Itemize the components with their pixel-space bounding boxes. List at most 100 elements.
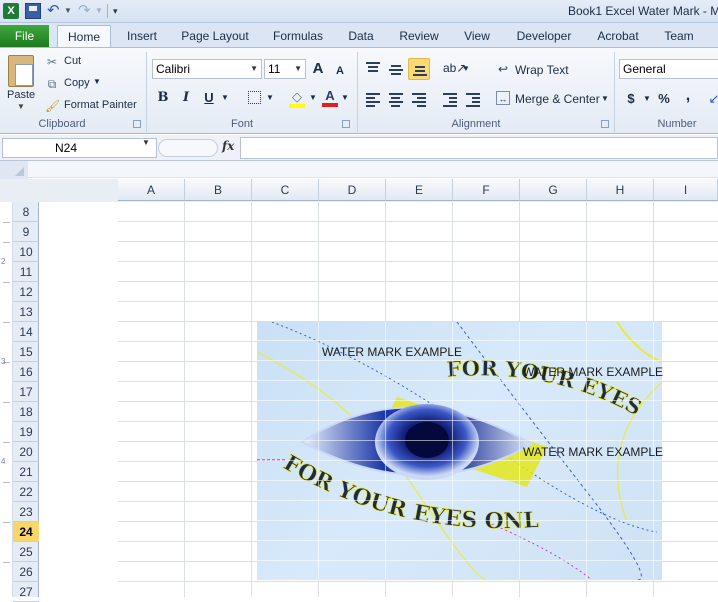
row-header[interactable]: 27 — [13, 582, 39, 602]
row-header[interactable]: 12 — [13, 282, 39, 302]
copy-dropdown-icon[interactable]: ▼ — [93, 77, 101, 86]
number-format-select[interactable]: General — [619, 59, 718, 79]
column-header-i[interactable]: I — [654, 179, 718, 201]
increase-indent-icon[interactable] — [466, 93, 480, 107]
column-header-e[interactable]: E — [386, 179, 453, 201]
row-header[interactable]: 20 — [13, 442, 39, 462]
customize-qat-icon[interactable]: ▾ — [113, 3, 129, 19]
wrap-text-icon[interactable]: ↩ — [496, 62, 510, 76]
row-header[interactable]: 16 — [13, 362, 39, 382]
column-header-f[interactable]: F — [453, 179, 520, 201]
font-launcher-icon[interactable] — [342, 120, 350, 128]
tab-review[interactable]: Review — [393, 25, 445, 47]
row-header[interactable]: 25 — [13, 542, 39, 562]
borders-dropdown-icon[interactable]: ▼ — [265, 89, 275, 107]
redo-dropdown-icon[interactable]: ▼ — [95, 3, 103, 19]
paste-dropdown-icon[interactable]: ▼ — [17, 102, 25, 111]
copy-button[interactable]: Copy — [64, 77, 90, 89]
column-header-h[interactable]: H — [587, 179, 654, 201]
tab-developer[interactable]: Developer — [510, 25, 578, 47]
row-header[interactable]: 11 — [13, 262, 39, 282]
row-header[interactable]: 8 — [13, 202, 39, 222]
row-header[interactable]: 23 — [13, 502, 39, 522]
merge-center-button[interactable]: Merge & Center — [515, 92, 600, 106]
row-header[interactable]: 9 — [13, 222, 39, 242]
align-bottom-button[interactable] — [408, 58, 430, 80]
tab-view[interactable]: View — [456, 25, 498, 47]
shrink-font-button[interactable]: A — [333, 62, 347, 80]
grow-font-button[interactable]: A — [310, 60, 326, 78]
tab-acrobat[interactable]: Acrobat — [591, 25, 645, 47]
tab-file[interactable]: File — [0, 25, 49, 47]
column-header-b[interactable]: B — [185, 179, 252, 201]
excel-icon[interactable]: X — [3, 3, 19, 19]
format-painter-icon[interactable]: 🖌 — [45, 99, 60, 113]
save-icon[interactable] — [25, 3, 41, 19]
tab-formulas[interactable]: Formulas — [266, 25, 330, 47]
percent-button[interactable]: % — [655, 90, 673, 108]
font-name-select[interactable]: Calibri ▼ — [152, 59, 262, 79]
tab-home[interactable]: Home — [57, 25, 111, 48]
borders-icon[interactable] — [246, 89, 262, 107]
column-header-c[interactable]: C — [252, 179, 319, 201]
align-middle-icon[interactable] — [389, 65, 403, 77]
select-all-button[interactable] — [0, 161, 28, 179]
align-top-icon[interactable] — [366, 62, 380, 74]
comma-button[interactable]: , — [681, 87, 695, 105]
decrease-indent-icon[interactable] — [443, 93, 457, 107]
undo-icon[interactable]: ↶ — [47, 3, 63, 19]
paste-icon[interactable] — [8, 55, 34, 87]
column-header-a[interactable]: A — [118, 179, 185, 201]
underline-dropdown-icon[interactable]: ▼ — [220, 89, 230, 107]
font-color-dropdown-icon[interactable]: ▼ — [340, 89, 350, 107]
column-header-g[interactable]: G — [520, 179, 587, 201]
currency-dropdown-icon[interactable]: ▼ — [642, 90, 652, 108]
alignment-launcher-icon[interactable] — [601, 120, 609, 128]
clipboard-launcher-icon[interactable] — [133, 120, 141, 128]
orientation-icon[interactable]: ab↗ — [443, 59, 466, 77]
undo-dropdown-icon[interactable]: ▼ — [64, 3, 72, 19]
row-header[interactable]: 22 — [13, 482, 39, 502]
merge-center-icon[interactable]: ↔ — [496, 91, 510, 105]
row-header[interactable]: 26 — [13, 562, 39, 582]
watermark-label[interactable]: WATER MARK EXAMPLE — [523, 445, 663, 459]
formula-bar-grip[interactable] — [158, 139, 218, 157]
underline-button[interactable]: U — [202, 89, 216, 107]
font-size-select[interactable]: 11 ▼ — [264, 59, 306, 79]
name-box[interactable]: N24 — [2, 138, 157, 158]
format-painter-button[interactable]: Format Painter — [64, 99, 137, 111]
insert-function-icon[interactable]: fx — [222, 139, 234, 153]
align-right-icon[interactable] — [412, 93, 426, 107]
orientation-dropdown-icon[interactable]: ▼ — [461, 60, 471, 78]
row-header[interactable]: 15 — [13, 342, 39, 362]
paste-button[interactable]: Paste — [7, 89, 35, 101]
italic-button[interactable]: I — [178, 89, 194, 107]
formula-input[interactable] — [240, 137, 718, 159]
tab-page-layout[interactable]: Page Layout — [178, 25, 252, 47]
increase-decimal-icon[interactable]: ↙ — [708, 90, 718, 108]
redo-icon[interactable]: ↷ — [78, 3, 94, 19]
font-color-icon[interactable]: A — [321, 87, 339, 107]
wrap-text-button[interactable]: Wrap Text — [515, 63, 569, 77]
cut-button[interactable]: Cut — [64, 55, 81, 67]
tab-insert[interactable]: Insert — [119, 25, 165, 47]
bold-button[interactable]: B — [155, 89, 171, 107]
name-box-dropdown-icon[interactable]: ▼ — [142, 138, 150, 147]
row-header-active[interactable]: 24 — [13, 522, 39, 542]
row-header[interactable]: 21 — [13, 462, 39, 482]
align-center-icon[interactable] — [389, 93, 403, 107]
fill-color-icon[interactable]: ◇ — [288, 88, 306, 108]
tab-team[interactable]: Team — [657, 25, 701, 47]
column-header-d[interactable]: D — [319, 179, 386, 201]
copy-icon[interactable]: ⧉ — [45, 77, 59, 91]
row-header[interactable]: 19 — [13, 422, 39, 442]
currency-button[interactable]: $ — [624, 90, 638, 108]
align-left-icon[interactable] — [366, 93, 380, 107]
fill-color-dropdown-icon[interactable]: ▼ — [308, 89, 318, 107]
row-header[interactable]: 17 — [13, 382, 39, 402]
scissors-icon[interactable]: ✂ — [45, 55, 59, 69]
merge-center-dropdown-icon[interactable]: ▼ — [601, 94, 609, 103]
row-header[interactable]: 18 — [13, 402, 39, 422]
row-header[interactable]: 10 — [13, 242, 39, 262]
row-header[interactable]: 13 — [13, 302, 39, 322]
